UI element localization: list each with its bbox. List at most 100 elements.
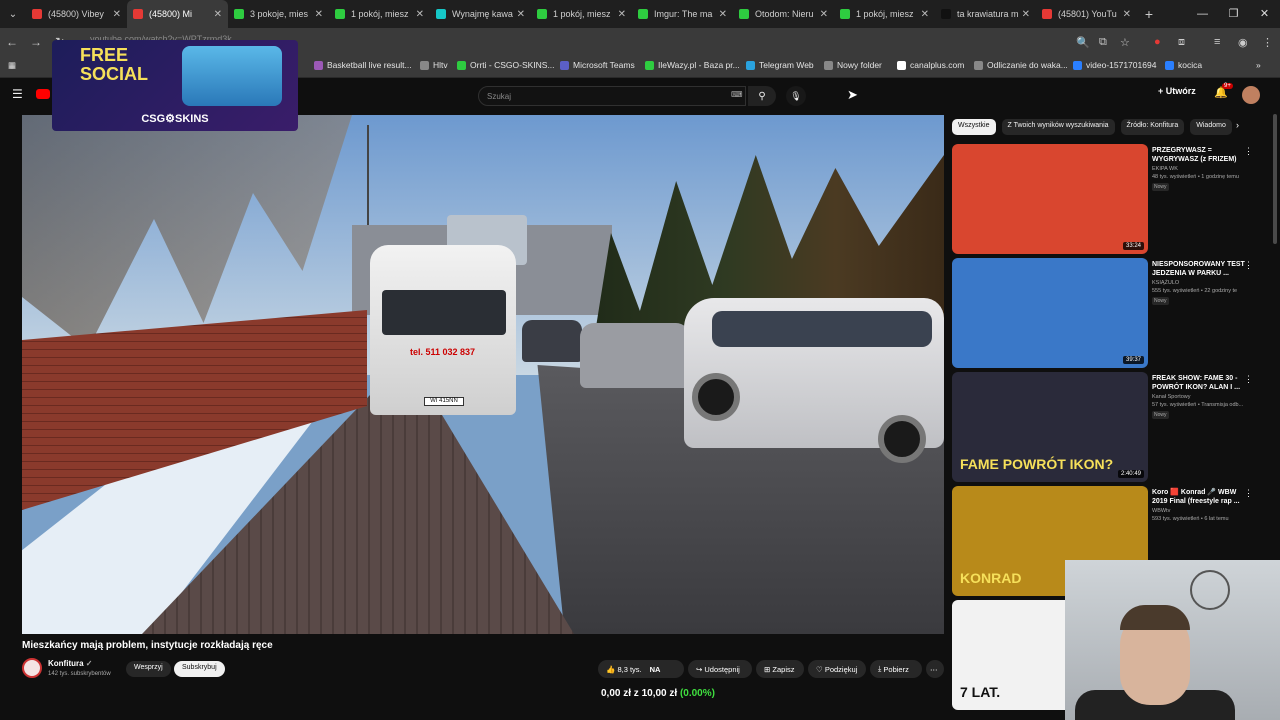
mic-icon[interactable]: 🎙 [786, 86, 806, 106]
share-button[interactable]: ↪ Udostępnij [688, 660, 752, 678]
bookmark-label: Odliczanie do waka... [987, 60, 1068, 70]
save-icon: ⊞ [764, 664, 771, 674]
bookmark-item[interactable]: Telegram Web [746, 60, 814, 70]
discord-case-icon [182, 46, 282, 106]
recommended-video[interactable]: 33:24 PRZEGRYWASZ = WYGRYWASZ (z FRIZEM) E… [952, 144, 1274, 254]
bookmark-item[interactable]: video-1571701694 [1073, 60, 1156, 70]
bookmark-item[interactable]: Odliczanie do waka... [974, 60, 1068, 70]
youtube-logo-icon[interactable] [36, 89, 50, 99]
tab-close-icon[interactable]: ✕ [517, 9, 525, 20]
browser-tab[interactable]: (45800) Mi ✕ [127, 0, 228, 28]
like-icon[interactable]: 👍 [606, 665, 615, 674]
browser-tab[interactable]: 1 pokój, miesz ✕ [834, 0, 935, 28]
keyboard-icon[interactable]: ⌨ [731, 90, 743, 99]
browser-tab[interactable]: Otodom: Nieru ✕ [733, 0, 834, 28]
video-menu-icon[interactable]: ⋮ [1244, 146, 1253, 157]
chips-next-icon[interactable]: › [1236, 120, 1239, 130]
bookmark-item[interactable]: Microsoft Teams [560, 60, 635, 70]
browser-tab[interactable]: Imgur: The ma ✕ [632, 0, 733, 28]
search-button[interactable]: ⚲ [748, 86, 776, 106]
minimize-icon[interactable]: — [1187, 0, 1218, 28]
download-button[interactable]: ⤓ Pobierz [870, 660, 922, 678]
bookmark-item[interactable]: Hltv [420, 60, 448, 70]
van-phone-text: tel. 511 032 837 [410, 347, 476, 357]
filter-chip[interactable]: Wiadomo [1190, 119, 1232, 135]
bookmark-item[interactable]: Basketball live result... [314, 60, 412, 70]
extension-icon[interactable]: ● [1154, 28, 1161, 56]
bookmark-item[interactable]: Nowy folder [824, 60, 882, 70]
tab-close-icon[interactable]: ✕ [1022, 9, 1030, 20]
tab-close-icon[interactable]: ✕ [113, 9, 121, 20]
subscribe-button[interactable]: Subskrybuj [174, 661, 225, 677]
media-control-icon[interactable]: ≡ [1214, 28, 1220, 56]
support-button[interactable]: Wesprzyj [126, 661, 171, 677]
tab-close-icon[interactable]: ✕ [921, 9, 929, 20]
tab-close-icon[interactable]: ✕ [1123, 9, 1131, 20]
video-thumbnail[interactable]: 33:24 [952, 144, 1148, 254]
account-avatar[interactable] [1242, 86, 1260, 104]
sidebar-scrollbar[interactable] [1273, 114, 1277, 244]
dislike-icon[interactable]: NA [650, 665, 661, 674]
browser-tab[interactable]: Wynajmę kawa ✕ [430, 0, 531, 28]
thanks-button[interactable]: ♡ Podziękuj [808, 660, 866, 678]
tab-close-icon[interactable]: ✕ [315, 9, 323, 20]
window-controls: — ❐ ✕ [1187, 0, 1280, 28]
video-menu-icon[interactable]: ⋮ [1244, 260, 1253, 271]
bookmark-item[interactable]: Orrti - CSGO-SKINS... [457, 60, 555, 70]
close-window-icon[interactable]: ✕ [1249, 0, 1280, 28]
video-player[interactable]: tel. 511 032 837 WI 415NN [22, 115, 944, 634]
thanks-icon: ♡ [816, 664, 823, 674]
tab-close-icon[interactable]: ✕ [416, 9, 424, 20]
tab-close-icon[interactable]: ✕ [719, 9, 727, 20]
filter-chip[interactable]: Źródło: Konfitura [1120, 119, 1185, 135]
browser-tab[interactable]: 1 pokój, miesz ✕ [531, 0, 632, 28]
video-menu-icon[interactable]: ⋮ [1244, 374, 1253, 385]
maximize-icon[interactable]: ❐ [1218, 0, 1249, 28]
channel-avatar[interactable] [22, 658, 42, 678]
hamburger-menu-icon[interactable]: ☰ [12, 87, 23, 101]
tab-label: ta krawiatura m [957, 9, 1018, 19]
bookmark-item[interactable]: kocica [1165, 60, 1202, 70]
zoom-icon[interactable]: 🔍 [1076, 28, 1090, 56]
browser-tab[interactable]: (45800) Vibey ✕ [26, 0, 127, 28]
more-bookmarks-icon[interactable]: » [1256, 60, 1261, 70]
apps-grid-icon[interactable]: ▦ [8, 60, 16, 71]
filter-chip[interactable]: Z Twoich wyników wyszukiwania [1001, 119, 1115, 135]
profile-icon[interactable]: ◉ [1238, 28, 1248, 56]
bookmark-label: canalplus.com [910, 60, 965, 70]
forward-icon[interactable]: → [24, 35, 48, 49]
bookmark-item[interactable]: canalplus.com [897, 60, 964, 70]
video-title-text: FREAK SHOW: FAME 30 - POWRÓT IKON? ALAN … [1152, 375, 1241, 391]
tab-close-icon[interactable]: ✕ [214, 9, 222, 20]
bookmark-favicon-icon [1165, 60, 1174, 70]
tab-search-icon[interactable]: ⌄ [0, 0, 26, 28]
tab-close-icon[interactable]: ✕ [820, 9, 828, 20]
search-input[interactable]: Szukaj [478, 86, 746, 106]
bookmark-label: Basketball live result... [327, 60, 412, 70]
extensions-puzzle-icon[interactable]: ⧈ [1178, 28, 1185, 56]
save-button[interactable]: ⊞ Zapisz [756, 660, 804, 678]
new-tab-button[interactable]: + [1137, 6, 1161, 22]
browser-tab[interactable]: (45801) YouTu ✕ [1036, 0, 1137, 28]
recommended-video[interactable]: 39:37 NIESPONSOROWANY TEST JEDZENIA W PAR… [952, 258, 1274, 368]
more-actions-icon[interactable]: ⋯ [926, 660, 944, 678]
channel-name[interactable]: Konfitura ✓ [48, 659, 93, 668]
filter-chip[interactable]: Wszystkie [952, 119, 996, 135]
back-icon[interactable]: ← [0, 35, 24, 49]
create-label: Utwórz [1165, 86, 1196, 96]
like-dislike-bar[interactable]: 👍 8,3 tys. NA [598, 660, 684, 678]
video-menu-icon[interactable]: ⋮ [1244, 488, 1253, 499]
menu-kebab-icon[interactable]: ⋮ [1262, 28, 1273, 56]
browser-tab[interactable]: ta krawiatura m ✕ [935, 0, 1036, 28]
tab-close-icon[interactable]: ✕ [618, 9, 626, 20]
tab-label: 3 pokoje, mies [250, 9, 309, 19]
create-button[interactable]: + Utwórz [1158, 86, 1196, 96]
browser-tab[interactable]: 3 pokoje, mies ✕ [228, 0, 329, 28]
browser-tab[interactable]: 1 pokój, miesz ✕ [329, 0, 430, 28]
bookmark-item[interactable]: IleWazy.pl - Baza pr... [645, 60, 740, 70]
cast-icon[interactable]: ⧉ [1099, 28, 1107, 56]
video-thumbnail[interactable]: FAME POWRÓT IKON? 2:40:49 [952, 372, 1148, 482]
video-thumbnail[interactable]: 39:37 [952, 258, 1148, 368]
recommended-video[interactable]: FAME POWRÓT IKON? 2:40:49 FREAK SHOW: FAME… [952, 372, 1274, 482]
bookmark-star-icon[interactable]: ☆ [1120, 28, 1130, 56]
